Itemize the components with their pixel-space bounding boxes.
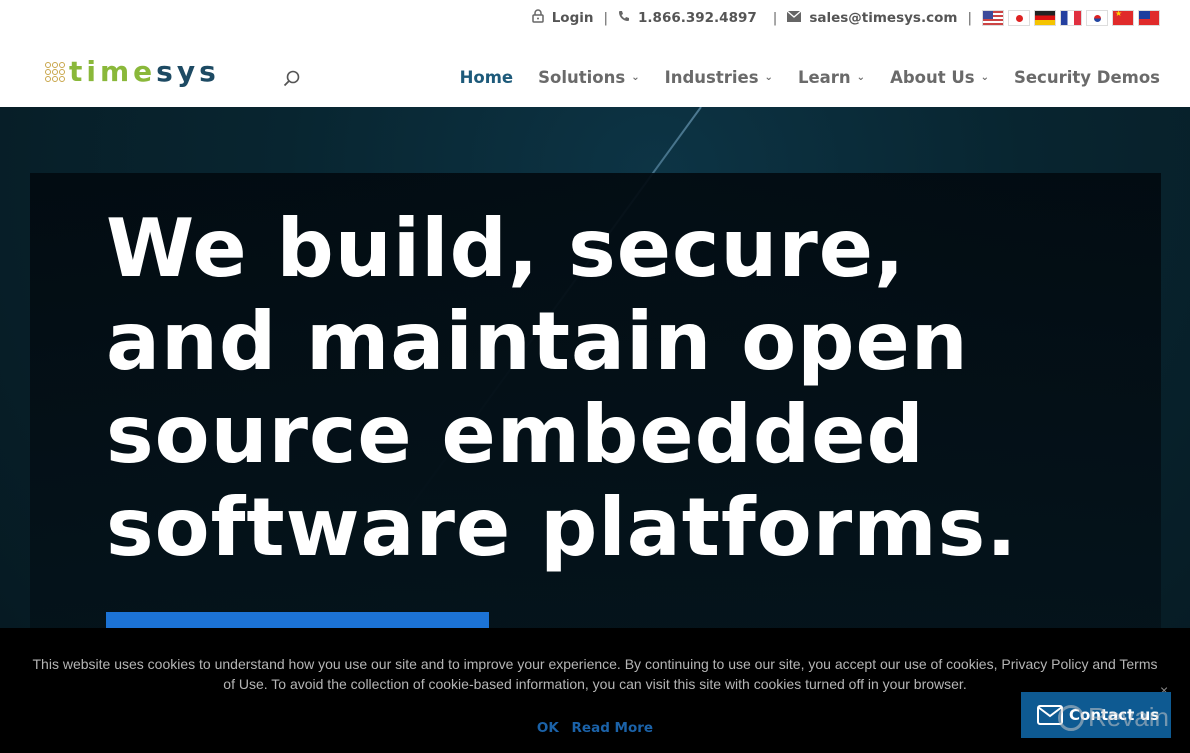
cookie-ok-button[interactable]: OK — [537, 720, 559, 736]
login-link[interactable]: Login — [552, 10, 594, 26]
phone-icon — [618, 10, 630, 26]
timesys-logo[interactable]: timesys — [45, 58, 220, 86]
cookie-text: This website uses cookies to understand … — [32, 656, 1158, 692]
nav-label: Solutions — [538, 68, 626, 87]
main-header: timesys Home Solutions ⌄ Industries ⌄ Lear… — [0, 38, 1190, 107]
logo-text: timesys — [69, 58, 220, 86]
chevron-down-icon: ⌄ — [856, 72, 866, 83]
logo-mark-icon — [45, 62, 65, 82]
language-flags — [982, 10, 1160, 26]
separator: | — [967, 10, 972, 26]
flag-korea-icon[interactable] — [1086, 10, 1108, 26]
flag-taiwan-icon[interactable] — [1138, 10, 1160, 26]
envelope-icon — [786, 10, 802, 26]
cookie-actions: OK Read More — [0, 720, 1190, 736]
phone-link[interactable]: 1.866.392.4897 — [638, 10, 757, 26]
chevron-down-icon: ⌄ — [980, 72, 989, 83]
nav-home[interactable]: Home — [460, 68, 514, 87]
hero-accent-bar — [106, 612, 489, 628]
nav-learn[interactable]: Learn ⌄ — [798, 68, 865, 87]
separator: | — [603, 10, 609, 26]
nav-label: Learn — [797, 68, 851, 87]
logo-text-sys: sys — [156, 55, 220, 88]
search-icon[interactable] — [283, 70, 300, 87]
envelope-icon — [1037, 705, 1063, 725]
utility-links: Login | 1.866.392.4897 | sales@timesys.c… — [531, 9, 1160, 27]
chevron-down-icon: ⌄ — [764, 72, 773, 83]
contact-us-label: Contact us — [1069, 706, 1160, 724]
flag-china-icon[interactable] — [1112, 10, 1134, 26]
cookie-banner: This website uses cookies to understand … — [0, 628, 1190, 753]
nav-industries[interactable]: Industries ⌄ — [665, 68, 773, 87]
chevron-down-icon: ⌄ — [631, 72, 640, 83]
nav-label: Security Demos — [1013, 68, 1160, 87]
utility-bar: Login | 1.866.392.4897 | sales@timesys.c… — [0, 0, 1190, 38]
flag-germany-icon[interactable] — [1034, 10, 1056, 26]
main-nav: Home Solutions ⌄ Industries ⌄ Learn ⌄ About… — [460, 68, 1160, 87]
logo-text-time: time — [69, 55, 157, 88]
nav-security-demos[interactable]: Security Demos — [1014, 68, 1160, 87]
flag-us-icon[interactable] — [982, 10, 1004, 26]
separator: | — [772, 10, 778, 26]
contact-us-button[interactable]: Contact us — [1021, 692, 1171, 738]
email-link[interactable]: sales@timesys.com — [809, 10, 957, 26]
hero-title: We build, secure, and maintain open sour… — [106, 202, 1018, 574]
nav-solutions[interactable]: Solutions ⌄ — [538, 68, 639, 87]
cookie-read-more-link[interactable]: Read More — [572, 720, 654, 736]
nav-label: About Us — [890, 68, 975, 87]
nav-label: Industries — [664, 68, 759, 87]
flag-france-icon[interactable] — [1060, 10, 1082, 26]
flag-japan-icon[interactable] — [1008, 10, 1030, 26]
nav-about-us[interactable]: About Us ⌄ — [890, 68, 989, 87]
nav-label: Home — [459, 68, 514, 87]
lock-icon — [531, 9, 544, 27]
